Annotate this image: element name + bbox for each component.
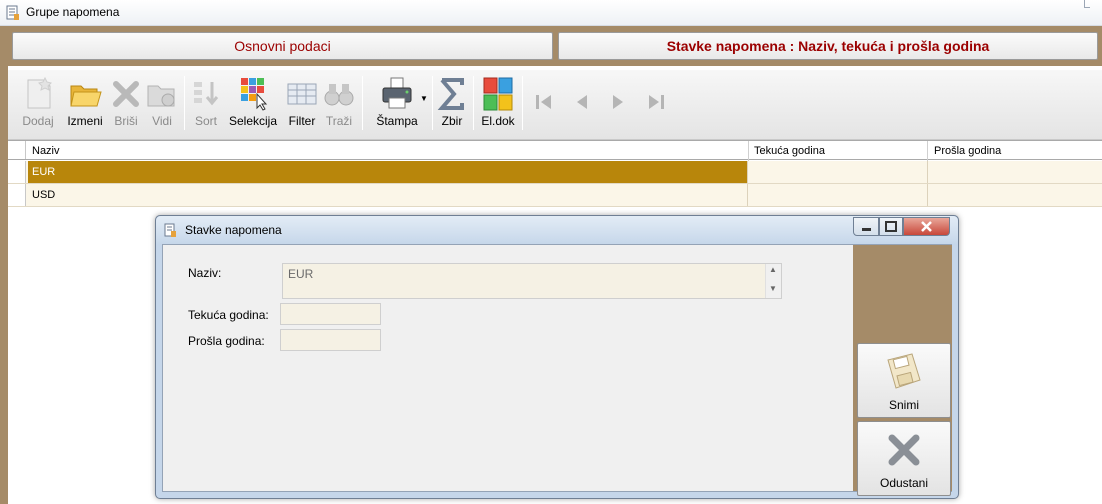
column-header-prosla[interactable]: Prošla godina	[930, 143, 1001, 159]
form-icon	[164, 223, 176, 237]
selection-button-label: Selekcija	[228, 114, 278, 128]
toolbar-separator	[184, 76, 185, 130]
filter-button-label: Filter	[288, 114, 316, 128]
view-button[interactable]: Vidi	[144, 70, 180, 138]
row-selector[interactable]	[8, 161, 26, 183]
dialog-body: Naziv: EUR ▲ ▼ Tekuća godina: Prošla god…	[162, 244, 952, 496]
maximize-button[interactable]	[879, 217, 903, 236]
filter-table-icon	[287, 83, 317, 105]
view-button-label: Vidi	[152, 114, 172, 128]
dialog-titlebar[interactable]: Stavke napomena	[156, 216, 958, 244]
sort-button[interactable]: Sort	[188, 70, 224, 138]
cell-naziv[interactable]: EUR	[28, 161, 748, 183]
close-icon	[921, 221, 932, 232]
sort-icon	[194, 82, 219, 106]
column-header-naziv[interactable]: Naziv	[28, 143, 60, 159]
cancel-x-icon	[888, 434, 920, 466]
delete-x-icon	[113, 81, 139, 107]
first-record-icon[interactable]	[532, 90, 556, 114]
dialog-title: Stavke napomena	[185, 223, 282, 237]
tab-stavke-napomena[interactable]: Stavke napomena : Naziv, tekuća i prošla…	[558, 32, 1098, 60]
window-title: Grupe napomena	[26, 5, 120, 19]
scroll-down-icon[interactable]: ▼	[769, 284, 777, 293]
table-row[interactable]: USD	[8, 184, 1102, 207]
naziv-field[interactable]: EUR ▲ ▼	[282, 263, 782, 299]
cell-prosla[interactable]	[928, 161, 1102, 183]
delete-button[interactable]: Briši	[108, 70, 144, 138]
dialog-action-panel: Snimi Odustani	[853, 245, 952, 496]
minimize-icon	[862, 228, 871, 231]
edit-button-label: Izmeni	[67, 114, 103, 128]
naziv-value: EUR	[288, 267, 314, 281]
scroll-up-icon[interactable]: ▲	[769, 265, 777, 274]
add-button-label: Dodaj	[22, 114, 54, 128]
column-divider	[748, 141, 749, 161]
sum-button[interactable]: Zbir	[436, 70, 468, 138]
save-button[interactable]: Snimi	[857, 343, 951, 418]
edit-button[interactable]: Izmeni	[64, 70, 106, 138]
tekuca-field[interactable]	[280, 303, 381, 325]
toolbar: Dodaj Izmeni Briši Vidi Sort Selekcija F…	[8, 70, 1102, 140]
electronic-document-icon	[483, 77, 513, 111]
toolbar-separator	[473, 76, 474, 130]
cancel-button-label: Odustani	[879, 476, 929, 490]
add-button[interactable]: Dodaj	[18, 70, 58, 138]
sum-button-label: Zbir	[441, 114, 463, 128]
stavke-napomena-dialog: Stavke napomena Naziv: EUR ▲ ▼ Tekuća go…	[155, 215, 959, 499]
row-selector[interactable]	[8, 184, 26, 206]
prosla-label: Prošla godina:	[188, 334, 265, 348]
grid-header: Naziv Tekuća godina Prošla godina	[8, 140, 1102, 161]
form-icon	[6, 5, 19, 20]
search-button[interactable]: Traži	[321, 70, 357, 138]
next-record-icon[interactable]	[606, 90, 630, 114]
column-divider	[927, 141, 928, 161]
sigma-icon	[437, 78, 464, 110]
close-button[interactable]	[903, 217, 950, 236]
minimize-button[interactable]	[853, 217, 879, 236]
cell-prosla[interactable]	[928, 184, 1102, 206]
save-button-label: Snimi	[888, 398, 919, 412]
last-record-icon[interactable]	[644, 90, 668, 114]
binoculars-icon	[324, 84, 354, 106]
search-button-label: Traži	[325, 114, 353, 128]
cell-naziv[interactable]: USD	[28, 184, 748, 206]
print-button-label: Štampa	[376, 114, 418, 128]
printer-icon	[382, 77, 412, 109]
print-button[interactable]: Štampa ▼	[368, 70, 428, 138]
edok-button-label: El.dok	[481, 114, 515, 128]
table-row[interactable]: EUR	[8, 161, 1102, 184]
edok-button[interactable]: El.dok	[478, 70, 518, 138]
selection-grid-icon	[241, 78, 268, 111]
delete-button-label: Briši	[114, 114, 138, 128]
new-document-icon	[27, 76, 52, 109]
cell-tekuca[interactable]	[748, 184, 928, 206]
row-header-corner	[8, 141, 26, 159]
toolbar-separator	[522, 76, 523, 130]
dropdown-arrow-icon: ▼	[420, 94, 428, 103]
selection-button[interactable]: Selekcija	[226, 70, 280, 138]
toolbar-separator	[432, 76, 433, 130]
filter-button[interactable]: Filter	[284, 70, 320, 138]
maximize-icon	[885, 221, 897, 232]
main-window-titlebar: Grupe napomena	[0, 0, 1102, 26]
tab-strip: Osnovni podaci Stavke napomena : Naziv, …	[4, 26, 1102, 66]
tekuca-label: Tekuća godina:	[188, 308, 269, 322]
cancel-button[interactable]: Odustani	[857, 421, 951, 496]
view-folder-icon	[147, 85, 175, 107]
window-edge-handle	[1084, 0, 1090, 8]
toolbar-separator	[362, 76, 363, 130]
prosla-field[interactable]	[280, 329, 381, 351]
tab-osnovni-podaci[interactable]: Osnovni podaci	[12, 32, 553, 60]
folder-open-icon	[70, 85, 102, 107]
naziv-scrollbar[interactable]: ▲ ▼	[765, 264, 781, 298]
column-header-tekuca[interactable]: Tekuća godina	[750, 143, 825, 159]
sort-button-label: Sort	[194, 114, 217, 128]
floppy-disk-icon	[887, 353, 921, 389]
previous-record-icon[interactable]	[570, 90, 594, 114]
cell-tekuca[interactable]	[748, 161, 928, 183]
naziv-label: Naziv:	[188, 266, 222, 280]
